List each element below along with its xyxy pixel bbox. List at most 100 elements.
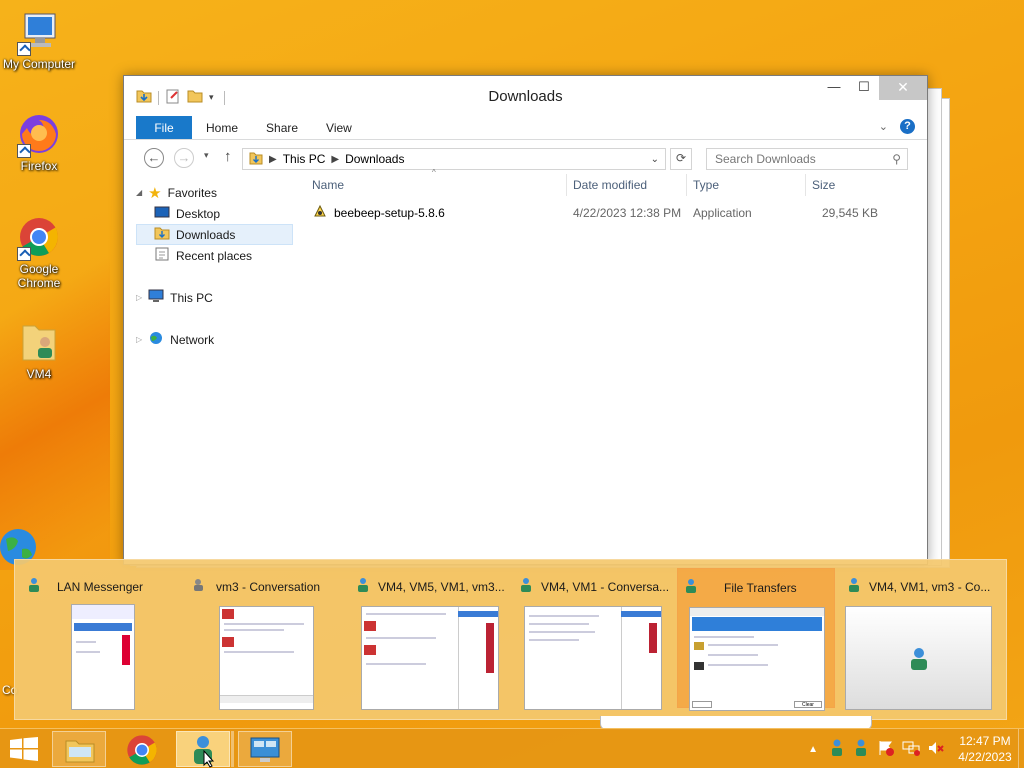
thumbnail-vm3-conversation[interactable]: vm3 - Conversation xyxy=(186,568,344,710)
taskbar-stack-edge xyxy=(231,731,234,767)
breadcrumb-this-pc[interactable]: This PC xyxy=(283,152,326,166)
thumbnail-vm4-vm1-conversation[interactable]: VM4, VM1 - Conversa... xyxy=(513,568,671,710)
lan-messenger-icon xyxy=(27,577,41,596)
show-desktop-button[interactable] xyxy=(1018,729,1024,768)
nav-network[interactable]: ▷ Network xyxy=(136,329,296,350)
desktop-icon-my-computer[interactable]: My Computer xyxy=(1,10,77,71)
desktop-icon-firefox[interactable]: Firefox xyxy=(1,112,77,173)
nav-favorites[interactable]: ◢ ★ Favorites xyxy=(136,182,296,203)
network-icon[interactable] xyxy=(902,740,920,759)
thumbnail-preview xyxy=(524,606,662,710)
chrome-icon xyxy=(17,215,61,261)
expand-icon[interactable]: ▷ xyxy=(136,335,142,344)
ribbon-tabs: File Home Share View ⌄ ? xyxy=(124,116,927,140)
nav-label: Recent places xyxy=(176,248,253,263)
nav-recent-places[interactable]: Recent places xyxy=(136,245,296,266)
desktop-icon-label: Google Chrome xyxy=(17,262,61,290)
nav-downloads[interactable]: Downloads xyxy=(136,224,293,245)
volume-muted-icon[interactable] xyxy=(928,740,944,759)
taskbar: ▲ 12:47 PM 4/22/2023 xyxy=(0,728,1024,768)
thumbnail-preview: Clear xyxy=(689,607,825,711)
search-input[interactable]: Search Downloads ⚲ xyxy=(706,148,908,170)
window-title: Downloads xyxy=(488,88,563,105)
desktop-icon-label: VM4 xyxy=(26,367,52,381)
star-icon: ★ xyxy=(148,184,162,202)
navigation-pane: ◢ ★ Favorites Desktop Downloads Recent p… xyxy=(136,178,296,564)
desktop-icon-chrome[interactable]: Google Chrome xyxy=(1,215,77,290)
collapse-icon[interactable]: ◢ xyxy=(136,188,142,197)
mouse-cursor-icon xyxy=(203,749,215,768)
thumbnail-title: File Transfers xyxy=(724,580,797,595)
recent-locations-icon[interactable]: ▾ xyxy=(204,150,209,161)
action-center-icon[interactable] xyxy=(878,740,894,759)
up-button[interactable]: ↑ xyxy=(224,148,232,165)
tab-view[interactable]: View xyxy=(312,116,366,139)
file-date: 4/22/2023 12:38 PM xyxy=(573,206,682,220)
tab-home[interactable]: Home xyxy=(192,116,252,139)
taskbar-thumbnail-flyout: LAN Messenger vm3 - Conversation VM4, VM… xyxy=(14,559,1007,720)
chrome-icon xyxy=(127,735,157,765)
column-name[interactable]: Name xyxy=(306,174,567,196)
thumbnail-preview xyxy=(845,606,992,710)
chevron-right-icon[interactable]: ▶ xyxy=(269,154,277,165)
minimize-button[interactable]: — xyxy=(819,76,849,100)
clock[interactable]: 12:47 PM 4/22/2023 xyxy=(952,733,1018,765)
breadcrumb-downloads[interactable]: Downloads xyxy=(345,152,404,166)
thumbnail-lan-messenger[interactable]: LAN Messenger xyxy=(21,568,179,710)
file-type: Application xyxy=(693,206,752,220)
nav-label: Favorites xyxy=(167,185,217,200)
lan-messenger-tray-icon[interactable] xyxy=(830,739,844,760)
lan-messenger-tray-icon[interactable] xyxy=(854,739,868,760)
search-placeholder: Search Downloads xyxy=(715,152,816,166)
chevron-right-icon[interactable]: ▶ xyxy=(331,154,339,165)
back-button[interactable]: ← xyxy=(144,148,164,168)
taskbar-lan-messenger[interactable] xyxy=(176,731,230,768)
desktop-icon-label: My Computer xyxy=(2,57,76,71)
expand-icon[interactable]: ▷ xyxy=(136,293,142,302)
navigation-bar: ← → ▾ ↑ ▶ This PC ▶ Downloads ⌄ ⟳ Search… xyxy=(124,140,927,176)
thumbnail-title: LAN Messenger xyxy=(57,579,144,594)
chevron-down-icon[interactable]: ⌄ xyxy=(651,154,659,165)
thumbnail-vm4-vm5-vm1-vm3[interactable]: VM4, VM5, VM1, vm3... xyxy=(350,568,508,710)
maximize-button[interactable]: ☐ xyxy=(849,76,879,100)
column-size[interactable]: Size xyxy=(806,174,886,196)
show-hidden-icons-icon[interactable]: ▲ xyxy=(808,744,818,755)
expand-ribbon-icon[interactable]: ⌄ xyxy=(879,120,888,133)
taskbar-chrome[interactable] xyxy=(125,733,159,768)
thumbnail-preview xyxy=(361,606,499,710)
thumbnail-title: VM4, VM5, VM1, vm3... xyxy=(378,579,505,594)
forward-button[interactable]: → xyxy=(174,148,194,168)
nav-this-pc[interactable]: ▷ This PC xyxy=(136,287,296,308)
file-name: beebeep-setup-5.8.6 xyxy=(334,206,445,220)
taskbar-file-explorer[interactable] xyxy=(52,731,106,767)
lan-messenger-icon xyxy=(519,577,533,596)
address-bar[interactable]: ▶ This PC ▶ Downloads ⌄ xyxy=(242,148,666,170)
start-button[interactable] xyxy=(10,737,38,764)
file-row[interactable]: beebeep-setup-5.8.6 4/22/2023 12:38 PM A… xyxy=(306,202,927,224)
clock-date: 4/22/2023 xyxy=(958,750,1012,764)
tab-share[interactable]: Share xyxy=(252,116,312,139)
column-headers: Name Date modified Type Size xyxy=(306,172,927,198)
desktop-icon-vm4[interactable]: VM4 xyxy=(1,320,77,381)
taskbar-remote-desktop[interactable] xyxy=(238,731,292,767)
refresh-button[interactable]: ⟳ xyxy=(670,148,692,170)
sort-ascending-icon: ^ xyxy=(432,168,436,177)
close-button[interactable]: ✕ xyxy=(879,76,927,100)
remote-desktop-icon xyxy=(250,737,280,766)
title-bar[interactable]: ▾ Downloads — ☐ ✕ xyxy=(124,76,927,116)
column-date-modified[interactable]: Date modified xyxy=(567,174,687,196)
help-icon[interactable]: ? xyxy=(900,119,915,134)
thumbnail-title: VM4, VM1 - Conversa... xyxy=(541,579,670,594)
explorer-window[interactable]: ▾ Downloads — ☐ ✕ File Home Share View ⌄… xyxy=(123,75,928,565)
thumbnail-preview xyxy=(71,604,135,710)
downloads-folder-icon xyxy=(249,151,263,168)
column-type[interactable]: Type xyxy=(687,174,806,196)
nav-desktop[interactable]: Desktop xyxy=(136,203,296,224)
tab-file[interactable]: File xyxy=(136,116,192,139)
desktop-icon-label: Firefox xyxy=(20,159,58,173)
nav-label: This PC xyxy=(170,290,213,305)
windows-logo-icon xyxy=(10,737,38,761)
desktop-icon xyxy=(154,206,170,221)
thumbnail-vm4-vm1-vm3[interactable]: VM4, VM1, vm3 - Co... xyxy=(841,568,999,710)
thumbnail-file-transfers[interactable]: File Transfers Clear xyxy=(677,568,835,711)
